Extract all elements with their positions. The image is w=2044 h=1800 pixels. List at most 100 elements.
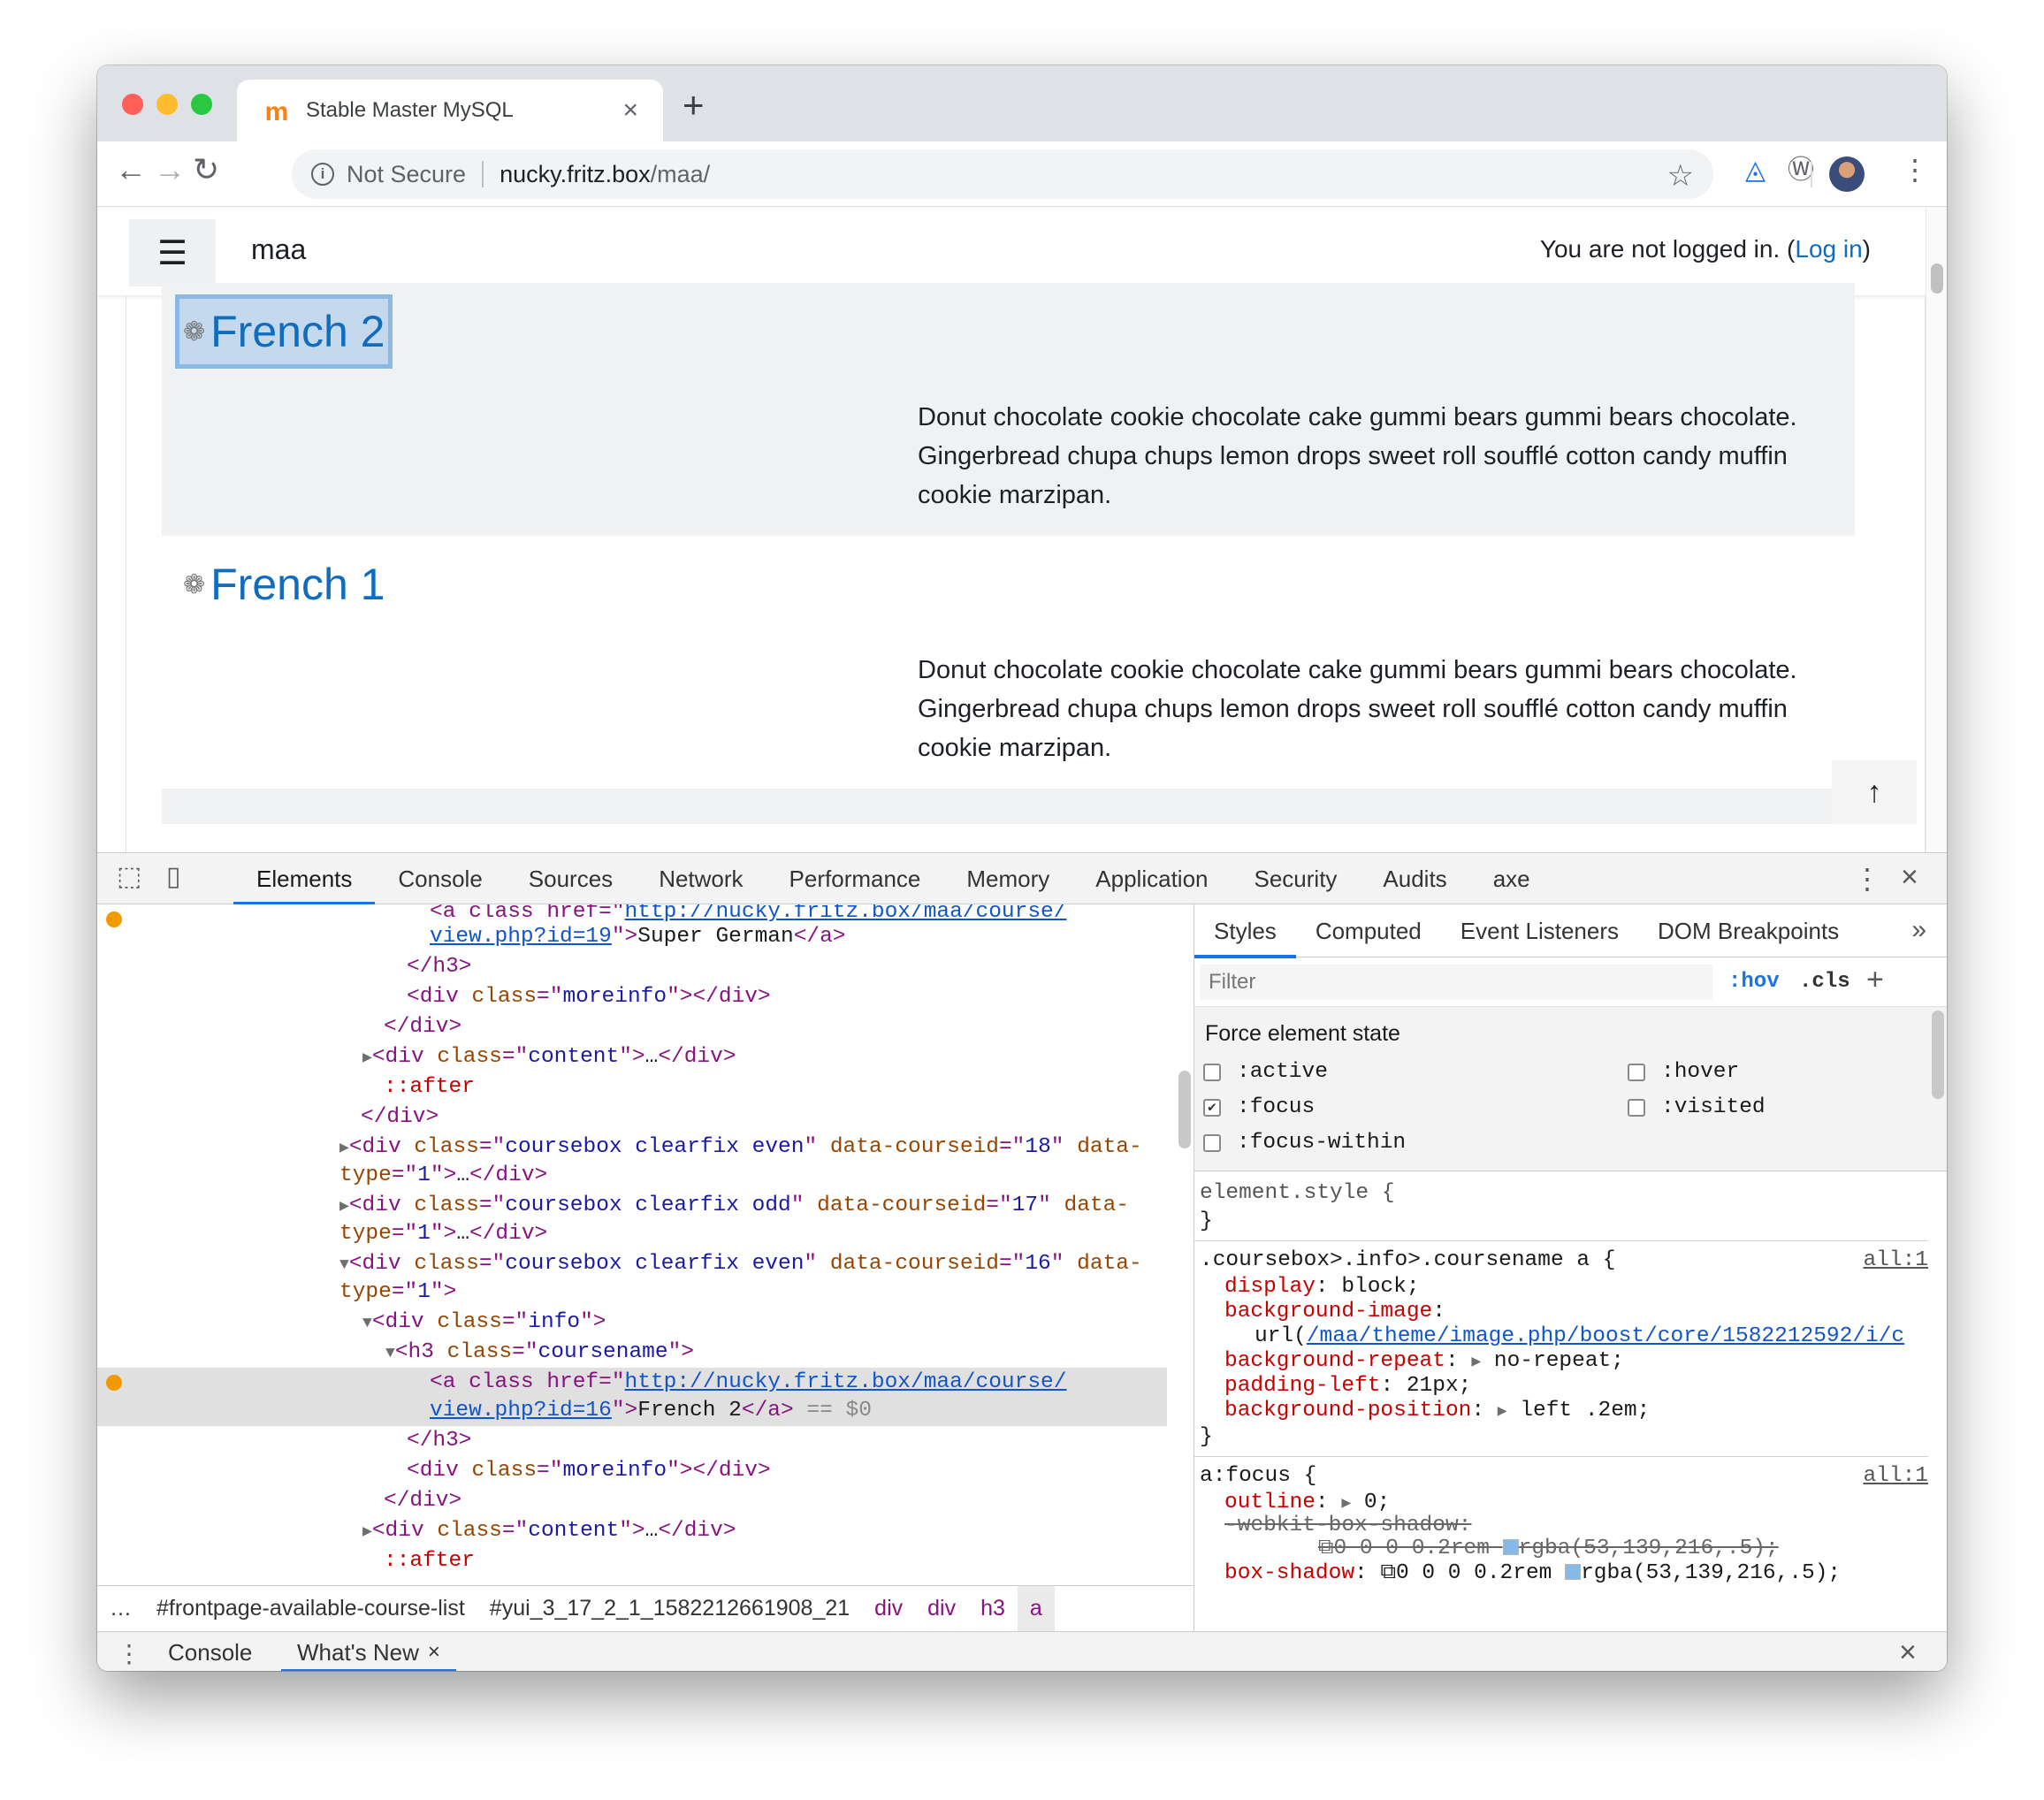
- state-hover-checkbox[interactable]: :hover: [1628, 1060, 1739, 1084]
- devtools-tab-network[interactable]: Network: [636, 853, 766, 904]
- new-rule-icon[interactable]: +: [1866, 963, 1884, 997]
- rule-source-link[interactable]: all:1: [1863, 1247, 1928, 1274]
- address-bar[interactable]: i Not Secure nucky.fritz.box /maa/ ☆: [292, 149, 1713, 199]
- state-visited-checkbox[interactable]: :visited: [1628, 1095, 1766, 1119]
- dom-line[interactable]: ▼<div class="info">: [97, 1308, 1167, 1338]
- tab-close-icon[interactable]: ×: [622, 95, 638, 126]
- css-declaration[interactable]: display: block;: [1224, 1274, 1947, 1300]
- css-declaration[interactable]: box-shadow: ⧉0 0 0 0.2rem rgba(53,139,21…: [1224, 1560, 1947, 1587]
- css-declaration[interactable]: background-repeat: ▶ no-repeat;: [1224, 1348, 1947, 1375]
- state-focus-within-checkbox[interactable]: :focus-within: [1203, 1131, 1406, 1155]
- devtools-tab-audits[interactable]: Audits: [1360, 853, 1469, 904]
- rule-selector[interactable]: a:focus {all:1: [1200, 1463, 1933, 1490]
- devtools-tab-memory[interactable]: Memory: [943, 853, 1072, 904]
- elements-scrollbar-thumb[interactable]: [1178, 1071, 1191, 1148]
- drawer-menu-icon[interactable]: ⋮: [117, 1639, 141, 1668]
- dom-line[interactable]: ▶<div class="coursebox clearfix odd" dat…: [97, 1191, 1167, 1221]
- close-tab-icon[interactable]: ×: [428, 1640, 440, 1665]
- dom-line[interactable]: ▶<div class="content">…</div>: [97, 1516, 1167, 1546]
- security-label[interactable]: Not Secure: [347, 161, 466, 188]
- rule-selector[interactable]: element.style {: [1200, 1180, 1933, 1207]
- devtools-tab-performance[interactable]: Performance: [766, 853, 944, 904]
- login-link[interactable]: Log in: [1795, 235, 1862, 263]
- devtools-tab-security[interactable]: Security: [1232, 853, 1361, 904]
- back-arrow-icon[interactable]: ←: [115, 154, 147, 186]
- drawer-tab-whats-new[interactable]: What's New ×: [281, 1632, 456, 1671]
- dom-line[interactable]: </h3>: [97, 952, 1167, 982]
- state-active-checkbox[interactable]: :active: [1203, 1060, 1328, 1084]
- drawer-close-icon[interactable]: ×: [1899, 1636, 1917, 1670]
- new-tab-button[interactable]: +: [683, 87, 705, 124]
- dom-line[interactable]: ▶<div class="coursebox clearfix even" da…: [97, 1133, 1167, 1163]
- drawer-tab-console[interactable]: Console: [152, 1632, 268, 1671]
- dom-line[interactable]: </div>: [97, 1102, 1167, 1133]
- course-title[interactable]: French 1: [210, 559, 385, 610]
- breadcrumb-item[interactable]: h3: [968, 1586, 1018, 1631]
- styles-filter-input[interactable]: Filter: [1200, 965, 1712, 1000]
- dom-line[interactable]: view.php?id=19">Super German</a>: [97, 922, 1167, 952]
- elements-scrollbar[interactable]: [1174, 904, 1194, 1585]
- elements-tree[interactable]: <a class href="http://nucky.fritz.box/ma…: [97, 904, 1167, 1585]
- dom-line[interactable]: ▶<div class="content">…</div>: [97, 1042, 1167, 1072]
- dom-line[interactable]: type="1">…</div>: [97, 1219, 1167, 1249]
- cls-toggle[interactable]: .cls: [1799, 970, 1850, 994]
- back-to-top-button[interactable]: ↑: [1832, 760, 1917, 824]
- dom-line[interactable]: ▼<div class="coursebox clearfix even" da…: [97, 1249, 1167, 1279]
- rule-source-link[interactable]: all:1: [1863, 1463, 1928, 1490]
- state-focus-checkbox[interactable]: ✔:focus: [1203, 1095, 1315, 1119]
- styles-scrollbar[interactable]: [1928, 1007, 1947, 1631]
- more-tabs-icon[interactable]: »: [1911, 915, 1926, 945]
- dom-line[interactable]: </div>: [97, 1012, 1167, 1042]
- sidebar-tab-event-listeners[interactable]: Event Listeners: [1441, 904, 1638, 957]
- dom-line[interactable]: type="1">: [97, 1278, 1167, 1308]
- drawer-toggle-button[interactable]: ☰: [129, 219, 216, 286]
- dom-line[interactable]: <div class="moreinfo"></div>: [97, 1456, 1167, 1486]
- browser-tab[interactable]: m Stable Master MySQL ×: [237, 80, 663, 141]
- breadcrumb-item-current[interactable]: a: [1017, 1586, 1055, 1631]
- sidebar-tab-computed[interactable]: Computed: [1296, 904, 1441, 957]
- breadcrumb-item[interactable]: #frontpage-available-course-list: [144, 1586, 477, 1631]
- bookmark-star-icon[interactable]: ☆: [1667, 158, 1694, 194]
- dom-line[interactable]: ::after: [97, 1546, 1167, 1576]
- browser-menu-icon[interactable]: ⋮: [1901, 156, 1929, 184]
- css-value[interactable]: url(/maa/theme/image.php/boost/core/1582…: [1255, 1323, 1947, 1350]
- minimize-window-button[interactable]: [156, 94, 178, 115]
- devtools-tab-console[interactable]: Console: [375, 853, 505, 904]
- devtools-tab-elements[interactable]: Elements: [233, 853, 376, 905]
- forward-arrow-icon[interactable]: →: [154, 154, 186, 186]
- css-declaration[interactable]: padding-left: 21px;: [1224, 1373, 1947, 1400]
- reload-icon[interactable]: ↻: [193, 154, 219, 186]
- devtools-tab-sources[interactable]: Sources: [506, 853, 636, 904]
- sidebar-tab-styles[interactable]: Styles: [1194, 904, 1296, 958]
- dom-line[interactable]: </h3>: [97, 1426, 1167, 1456]
- sidebar-tab-dom-breakpoints[interactable]: DOM Breakpoints: [1638, 904, 1858, 957]
- dom-line[interactable]: <div class="moreinfo"></div>: [97, 982, 1167, 1012]
- close-window-button[interactable]: [122, 94, 143, 115]
- maximize-window-button[interactable]: [191, 94, 212, 115]
- dom-line[interactable]: <a class href="http://nucky.fritz.box/ma…: [97, 1368, 1167, 1398]
- course-title[interactable]: French 2: [210, 306, 385, 357]
- course-name-link[interactable]: ❁ French 1: [179, 552, 388, 617]
- css-declaration[interactable]: background-image:: [1224, 1299, 1947, 1325]
- breadcrumb-more[interactable]: …: [97, 1586, 144, 1631]
- dom-line[interactable]: type="1">…</div>: [97, 1161, 1167, 1191]
- course-name-link[interactable]: ❁ French 2: [179, 299, 389, 364]
- dom-line[interactable]: ▼<h3 class="coursename">: [97, 1338, 1167, 1368]
- page-scrollbar[interactable]: [1926, 207, 1947, 852]
- css-declaration[interactable]: background-position: ▶ left .2em;: [1224, 1398, 1947, 1424]
- dom-line[interactable]: </div>: [97, 1486, 1167, 1516]
- devtools-tab-application[interactable]: Application: [1072, 853, 1231, 904]
- css-value-overridden[interactable]: ⧉0 0 0 0.2rem rgba(53,139,216,.5);: [1318, 1536, 1947, 1562]
- styles-scrollbar-thumb[interactable]: [1932, 1011, 1944, 1099]
- dom-line[interactable]: ::after: [97, 1072, 1167, 1102]
- dom-line[interactable]: view.php?id=16">French 2</a> == $0: [97, 1396, 1167, 1426]
- breadcrumb-item[interactable]: div: [862, 1586, 915, 1631]
- info-icon[interactable]: i: [311, 163, 334, 186]
- profile-avatar[interactable]: [1829, 156, 1865, 192]
- breadcrumb-item[interactable]: #yui_3_17_2_1_1582212661908_21: [477, 1586, 862, 1631]
- devtools-close-icon[interactable]: ×: [1901, 860, 1918, 895]
- page-scrollbar-thumb[interactable]: [1931, 263, 1943, 294]
- breadcrumb-item[interactable]: div: [915, 1586, 968, 1631]
- hov-toggle[interactable]: :hov: [1728, 970, 1780, 994]
- rule-selector[interactable]: .coursebox>.info>.coursename a {all:1: [1200, 1247, 1933, 1274]
